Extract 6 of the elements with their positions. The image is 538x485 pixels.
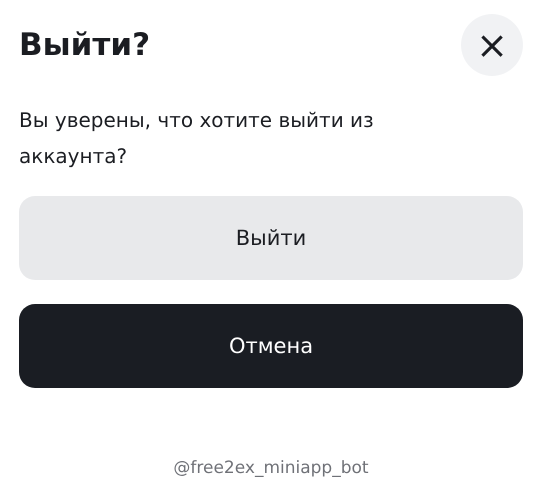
- cancel-button[interactable]: Отмена: [19, 304, 523, 388]
- bot-handle: @free2ex_miniapp_bot: [172, 457, 370, 480]
- dialog-title: Выйти?: [19, 26, 150, 65]
- logout-button[interactable]: Выйти: [19, 196, 523, 280]
- close-button[interactable]: ×: [461, 14, 523, 76]
- dialog-message: Вы уверены, что хотите выйти из аккаунта?: [19, 107, 375, 170]
